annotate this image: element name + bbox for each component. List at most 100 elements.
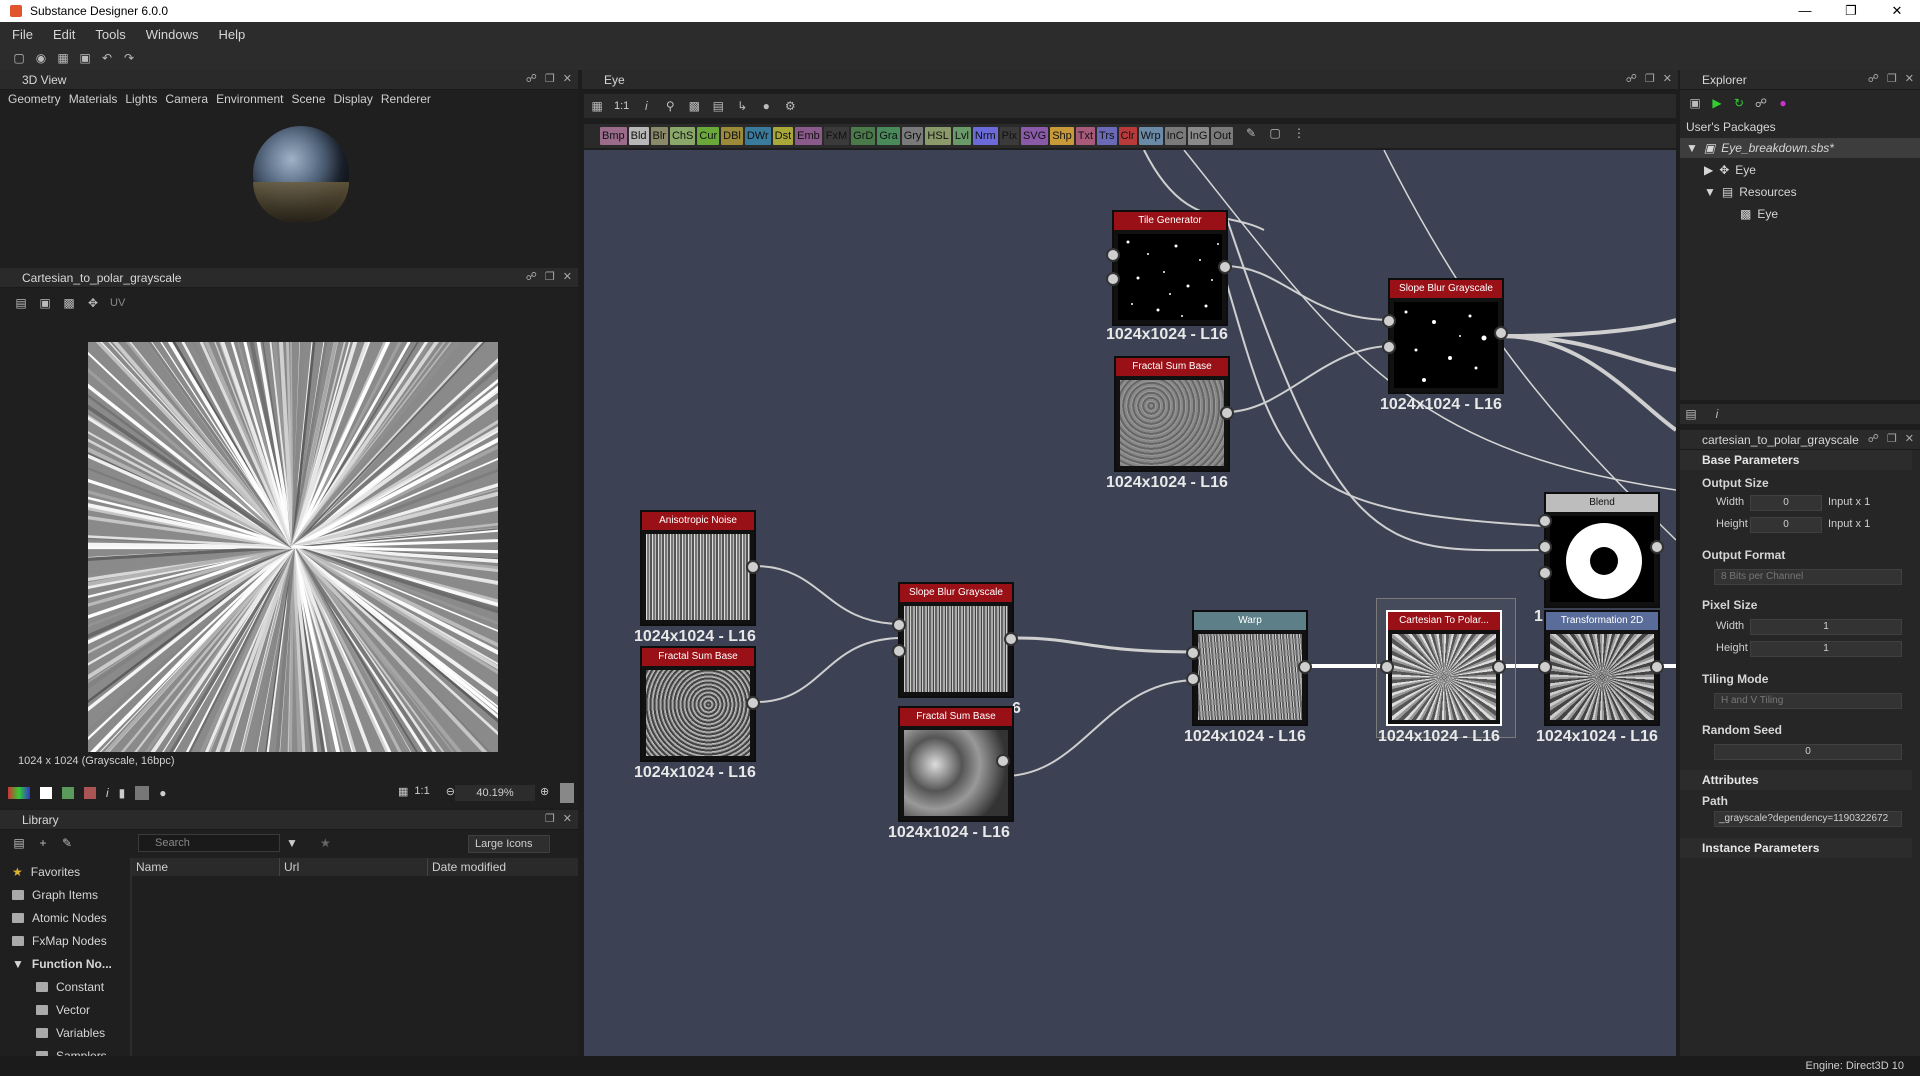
library-folder-icon[interactable]: ▤: [12, 836, 26, 850]
library-item-variables[interactable]: Variables: [8, 1021, 128, 1044]
pin-icon[interactable]: ☍: [1868, 432, 1879, 445]
view3d-tab-scene[interactable]: Scene: [291, 92, 325, 106]
palette-chip-wrp[interactable]: Wrp: [1138, 127, 1163, 145]
library-item-fxmap-nodes[interactable]: FxMap Nodes: [8, 929, 128, 952]
palette-chip-cur[interactable]: Cur: [697, 127, 720, 145]
input-port[interactable]: [1538, 540, 1552, 554]
filter-icon[interactable]: ▼: [286, 836, 298, 850]
input-port[interactable]: [1538, 566, 1552, 580]
refresh-icon[interactable]: ↻: [1732, 96, 1746, 110]
pixel-height-field[interactable]: 1: [1750, 641, 1902, 657]
link-icon[interactable]: ☍: [1754, 96, 1768, 110]
input-port[interactable]: [1380, 660, 1394, 674]
palette-chip-out[interactable]: Out: [1211, 127, 1234, 145]
column-url[interactable]: Url: [280, 858, 428, 876]
palette-chip-clr[interactable]: Clr: [1118, 127, 1137, 145]
palette-chip-emb[interactable]: Emb: [795, 127, 822, 145]
resource-eye[interactable]: ▩ Eye: [1740, 207, 1778, 221]
folder-resources[interactable]: ▼ ▤ Resources: [1704, 185, 1797, 199]
zoom-value[interactable]: 40.19%: [455, 785, 535, 801]
info-icon[interactable]: i: [106, 786, 109, 800]
palette-chip-lvl[interactable]: Lvl: [952, 127, 971, 145]
preview-sphere[interactable]: [253, 126, 349, 222]
output-port[interactable]: [746, 696, 760, 710]
palette-chip-dbl[interactable]: DBl: [721, 127, 743, 145]
input-port[interactable]: [1186, 646, 1200, 660]
tree-icon[interactable]: ▤: [1684, 407, 1698, 421]
node-tile-generator[interactable]: Tile Generator: [1112, 210, 1228, 326]
view3d-tab-display[interactable]: Display: [334, 92, 373, 106]
palette-chip-gry[interactable]: Gry: [901, 127, 924, 145]
output-port[interactable]: [1492, 660, 1506, 674]
output-height-relative[interactable]: Input x 1: [1828, 518, 1870, 530]
palette-chip-blr[interactable]: Blr: [650, 127, 668, 145]
input-port[interactable]: [1538, 514, 1552, 528]
pin-icon[interactable]: ☍: [526, 72, 537, 85]
search-icon[interactable]: ⚲: [663, 99, 677, 113]
fullscreen-icon[interactable]: [560, 783, 574, 803]
column-name[interactable]: Name: [132, 858, 280, 876]
random-seed-field[interactable]: 0: [1714, 744, 1902, 760]
palette-chip-bld[interactable]: Bld: [628, 127, 649, 145]
fit-icon[interactable]: ▦: [398, 785, 408, 798]
channels-icon[interactable]: [8, 787, 30, 799]
zoom-ratio[interactable]: 1:1: [414, 785, 429, 798]
close-button[interactable]: ✕: [1874, 0, 1920, 22]
palette-chip-inc[interactable]: InC: [1164, 127, 1186, 145]
section-attributes[interactable]: Attributes: [1680, 770, 1912, 790]
section-instance-parameters[interactable]: Instance Parameters: [1680, 838, 1912, 858]
output-port[interactable]: [996, 754, 1010, 768]
output-width-relative[interactable]: Input x 1: [1828, 496, 1870, 508]
close-panel-icon[interactable]: ✕: [563, 270, 572, 283]
node-fractal-sum-base[interactable]: Fractal Sum Base: [1114, 356, 1230, 472]
column-date[interactable]: Date modified: [428, 858, 578, 876]
info-icon[interactable]: i: [1710, 407, 1724, 421]
palette-chip-nrm[interactable]: Nrm: [972, 127, 998, 145]
library-view-select[interactable]: Large Icons: [468, 835, 550, 853]
export-icon[interactable]: ▤: [14, 296, 28, 310]
library-splitter[interactable]: [130, 858, 132, 1056]
view3d-tab-renderer[interactable]: Renderer: [381, 92, 431, 106]
color-picker-icon[interactable]: ●: [159, 786, 166, 800]
histogram-icon[interactable]: ▮: [119, 786, 126, 800]
path-field[interactable]: _grayscale?dependency=1190322672: [1714, 811, 1902, 827]
library-item-graph-items[interactable]: Graph Items: [8, 883, 128, 906]
graph-item-eye[interactable]: ▶ ✥ Eye: [1704, 163, 1756, 177]
snap-icon[interactable]: ▩: [687, 99, 701, 113]
zoom-in-icon[interactable]: ⊕: [540, 785, 549, 798]
palette-chip-chs[interactable]: ChS: [669, 127, 696, 145]
node-cartesian-to-polar[interactable]: Cartesian To Polar...: [1386, 610, 1502, 726]
input-port[interactable]: [1186, 672, 1200, 686]
output-port[interactable]: [1650, 660, 1664, 674]
palette-chip-shp[interactable]: Shp: [1050, 127, 1074, 145]
menu-tools[interactable]: Tools: [95, 27, 125, 42]
white-bg-icon[interactable]: [40, 787, 52, 799]
publish-icon[interactable]: ●: [1776, 96, 1790, 110]
alpha-icon[interactable]: [84, 787, 96, 799]
library-edit-icon[interactable]: ✎: [60, 836, 74, 850]
frame-node-icon[interactable]: ▢: [1268, 126, 1282, 140]
library-search-input[interactable]: Search: [138, 834, 280, 852]
close-panel-icon[interactable]: ✕: [563, 812, 572, 825]
close-panel-icon[interactable]: ✕: [563, 72, 572, 85]
save-image-icon[interactable]: ▣: [38, 296, 52, 310]
node-blend[interactable]: Blend: [1544, 492, 1660, 608]
node-fractal-sum-base[interactable]: Fractal Sum Base: [640, 646, 756, 762]
library-item-favorites[interactable]: ★ Favorites: [8, 860, 128, 883]
node-slope-blur-grayscale[interactable]: Slope Blur Grayscale: [898, 582, 1014, 698]
favorite-star-icon[interactable]: ★: [320, 836, 331, 850]
view3d-tab-materials[interactable]: Materials: [69, 92, 118, 106]
palette-chip-grd[interactable]: GrD: [851, 127, 876, 145]
play-icon[interactable]: ▶: [1710, 96, 1724, 110]
output-port[interactable]: [1004, 632, 1018, 646]
palette-chip-ing[interactable]: InG: [1187, 127, 1210, 145]
settings-gear-icon[interactable]: ⚙: [783, 99, 797, 113]
menu-file[interactable]: File: [12, 27, 33, 42]
palette-chip-dst[interactable]: Dst: [772, 127, 794, 145]
library-item-vector[interactable]: Vector: [8, 998, 128, 1021]
channel-mode-select[interactable]: UV: [110, 297, 125, 309]
library-item-function-nodes[interactable]: ▼ Function No...: [8, 952, 128, 975]
node-warp[interactable]: Warp: [1192, 610, 1308, 726]
graph-canvas[interactable]: Tile Generator 1024x1024 - L16 Fractal S…: [584, 150, 1676, 1056]
texture-preview[interactable]: [88, 342, 498, 752]
